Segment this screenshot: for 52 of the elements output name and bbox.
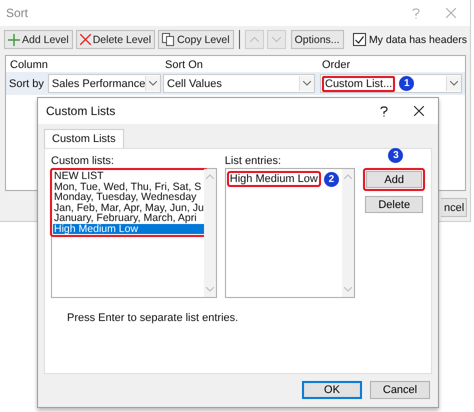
checkbox-label: My data has headers [368, 34, 467, 46]
tab[interactable]: Custom Lists [44, 129, 124, 148]
scroll-down-icon [206, 287, 214, 292]
entry-text: High Medium Low [230, 173, 318, 185]
add-level-button[interactable]: Add Level [4, 30, 73, 49]
sort-on-dropdown[interactable]: Cell Values [163, 74, 315, 93]
scrollbar[interactable] [342, 169, 354, 297]
field-label: Custom lists: [51, 155, 115, 167]
row-label: Sort by [9, 78, 44, 90]
scrollbar[interactable] [204, 169, 216, 297]
step-badge: 2 [324, 172, 339, 186]
cancel-button[interactable]: Cancel [370, 381, 430, 399]
column-dropdown[interactable]: Sales Performance [48, 74, 162, 93]
column-header: Sort On [164, 59, 204, 71]
delete-button[interactable]: Delete [365, 196, 423, 213]
cancel-button[interactable]: ncel [441, 198, 467, 217]
list-item[interactable]: Jan, Feb, Mar, Apr, May, Jun, Ju [53, 202, 205, 213]
scroll-up-icon [344, 174, 352, 179]
chevron-up-icon [250, 37, 259, 42]
plus-icon [8, 34, 20, 46]
order-dropdown[interactable]: Custom List... 1 [320, 74, 462, 93]
close-icon[interactable] [414, 106, 424, 116]
list-item[interactable]: NEW LIST [53, 171, 205, 182]
list-item[interactable]: January, February, March, Apri [53, 213, 205, 224]
dialog-title: Custom Lists [46, 104, 116, 118]
options-button[interactable]: Options... [290, 30, 344, 49]
move-down-button[interactable] [266, 30, 286, 49]
dropdown-value: Custom List... [325, 78, 392, 90]
scroll-down-icon [344, 287, 352, 292]
delete-x-icon [80, 34, 91, 45]
list-item[interactable]: High Medium Low [53, 224, 205, 234]
list-entries-field[interactable]: High Medium Low 2 [224, 168, 356, 298]
help-icon[interactable] [380, 106, 388, 116]
checkbox[interactable] [352, 33, 366, 46]
field-label: List entries: [224, 155, 282, 167]
step-badge: 3 [388, 148, 404, 163]
column-header: Column [9, 59, 49, 71]
scroll-up-icon [206, 174, 214, 179]
window-title: Sort [6, 6, 28, 20]
move-up-button[interactable] [244, 30, 264, 49]
chevron-down-icon [272, 37, 281, 42]
list-item[interactable]: Monday, Tuesday, Wednesday [53, 192, 205, 202]
column-header: Order [321, 59, 352, 71]
add-button[interactable]: Add [366, 171, 422, 188]
hint-text: Press Enter to separate list entries. [67, 312, 240, 324]
copy-level-button[interactable]: Copy Level [158, 30, 234, 49]
ok-button[interactable]: OK [302, 381, 362, 399]
copy-icon [162, 33, 176, 46]
step-badge: 1 [399, 76, 414, 91]
list-item[interactable]: Mon, Tue, Wed, Thu, Fri, Sat, S [53, 182, 205, 192]
custom-lists-listbox[interactable]: NEW LIST Mon, Tue, Wed, Thu, Fri, Sat, S Monday, Tuesday, Wednesday Jan, Feb, Mar, Apr, May, Jun, Ju January, February, March, Apri High Medium Low [51, 168, 217, 298]
delete-level-button[interactable]: Delete Level [76, 30, 156, 49]
